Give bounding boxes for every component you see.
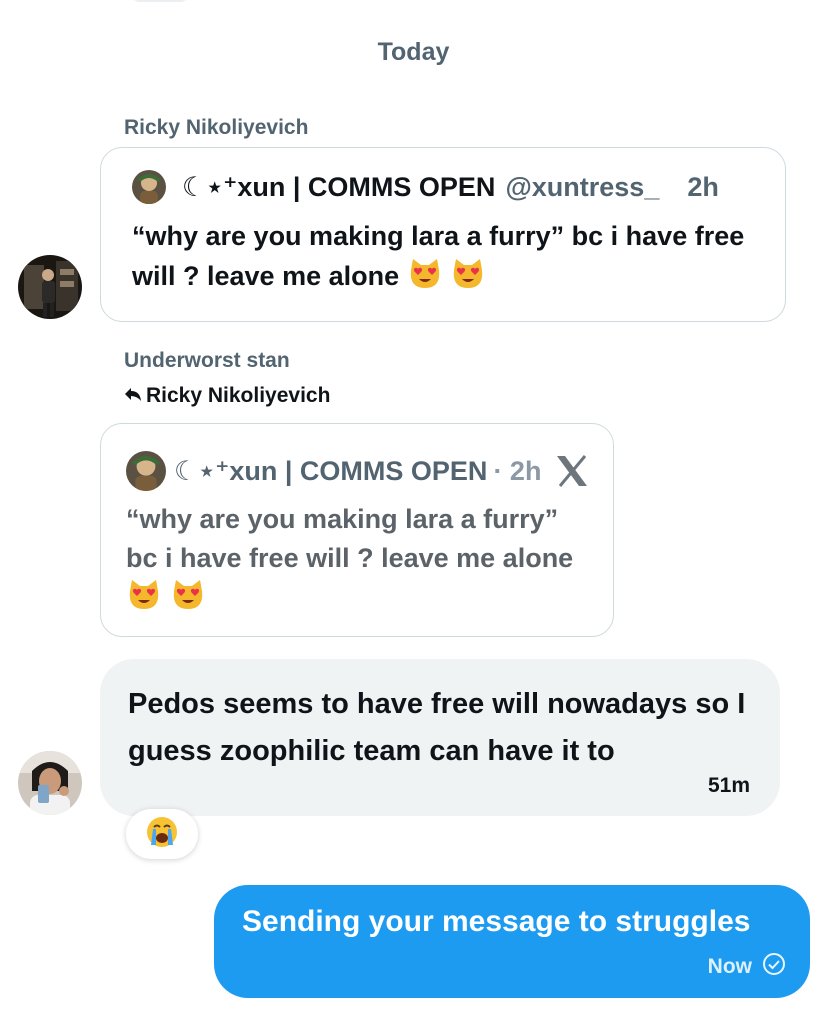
outgoing-message-bubble[interactable]: Sending your message to struggles Now <box>214 885 810 998</box>
post-header: ☾⋆⁺xun | COMMS OPEN @xuntress_ 2h <box>132 170 719 204</box>
sender-name: Underworst stan <box>124 349 290 372</box>
post-author-avatar <box>126 451 166 491</box>
heart-eyes-cat-emoji <box>126 579 162 622</box>
post-text-container: “why are you making lara a furry” bc i h… <box>126 500 596 622</box>
post-time: · 2h <box>493 455 542 486</box>
sender-name: Ricky Nikoliyevich <box>124 116 309 139</box>
post-text-container: “why are you making lara a furry” bc i h… <box>132 216 772 301</box>
post-author-avatar <box>132 170 166 204</box>
avatar[interactable] <box>18 255 82 319</box>
heart-eyes-cat-emoji <box>450 258 486 301</box>
x-logo-icon <box>555 455 589 492</box>
message-status-label: Now <box>707 955 752 978</box>
date-divider: Today <box>377 38 450 66</box>
post-author-name: ☾⋆⁺xun | COMMS OPEN <box>182 171 496 202</box>
post-header: ☾⋆⁺xun | COMMS OPEN · 2h <box>126 451 541 491</box>
avatar[interactable] <box>18 751 82 815</box>
heart-eyes-cat-emoji <box>407 258 443 301</box>
shared-post-card[interactable]: ☾⋆⁺xun | COMMS OPEN @xuntress_ 2h “why a… <box>100 147 786 322</box>
heart-eyes-cat-emoji <box>170 579 206 622</box>
message-reaction[interactable] <box>126 809 198 859</box>
reply-to-name: Ricky Nikoliyevich <box>146 384 331 407</box>
crying-face-emoji <box>145 815 179 854</box>
reply-context[interactable]: Ricky Nikoliyevich <box>124 384 330 408</box>
check-circle-icon <box>762 952 786 982</box>
message-text: Pedos seems to have free will nowadays s… <box>128 688 746 767</box>
message-status: Now <box>708 952 786 982</box>
shared-post-card[interactable]: ☾⋆⁺xun | COMMS OPEN · 2h “why are you ma… <box>100 423 614 637</box>
reply-arrow-icon <box>124 384 142 408</box>
previous-message-edge <box>130 0 190 2</box>
post-author-name: ☾⋆⁺xun | COMMS OPEN <box>174 455 488 486</box>
post-time: 2h <box>687 171 719 202</box>
message-text: Sending your message to struggles <box>242 905 751 938</box>
post-text: “why are you making lara a furry” bc i h… <box>126 504 574 573</box>
incoming-message-bubble[interactable]: Pedos seems to have free will nowadays s… <box>100 659 780 816</box>
message-time: 51m <box>707 774 750 797</box>
dm-conversation: Today Ricky Nikoliyevich ☾⋆⁺xun | COMMS … <box>0 0 827 1019</box>
post-author-handle: @xuntress_ <box>505 171 660 202</box>
